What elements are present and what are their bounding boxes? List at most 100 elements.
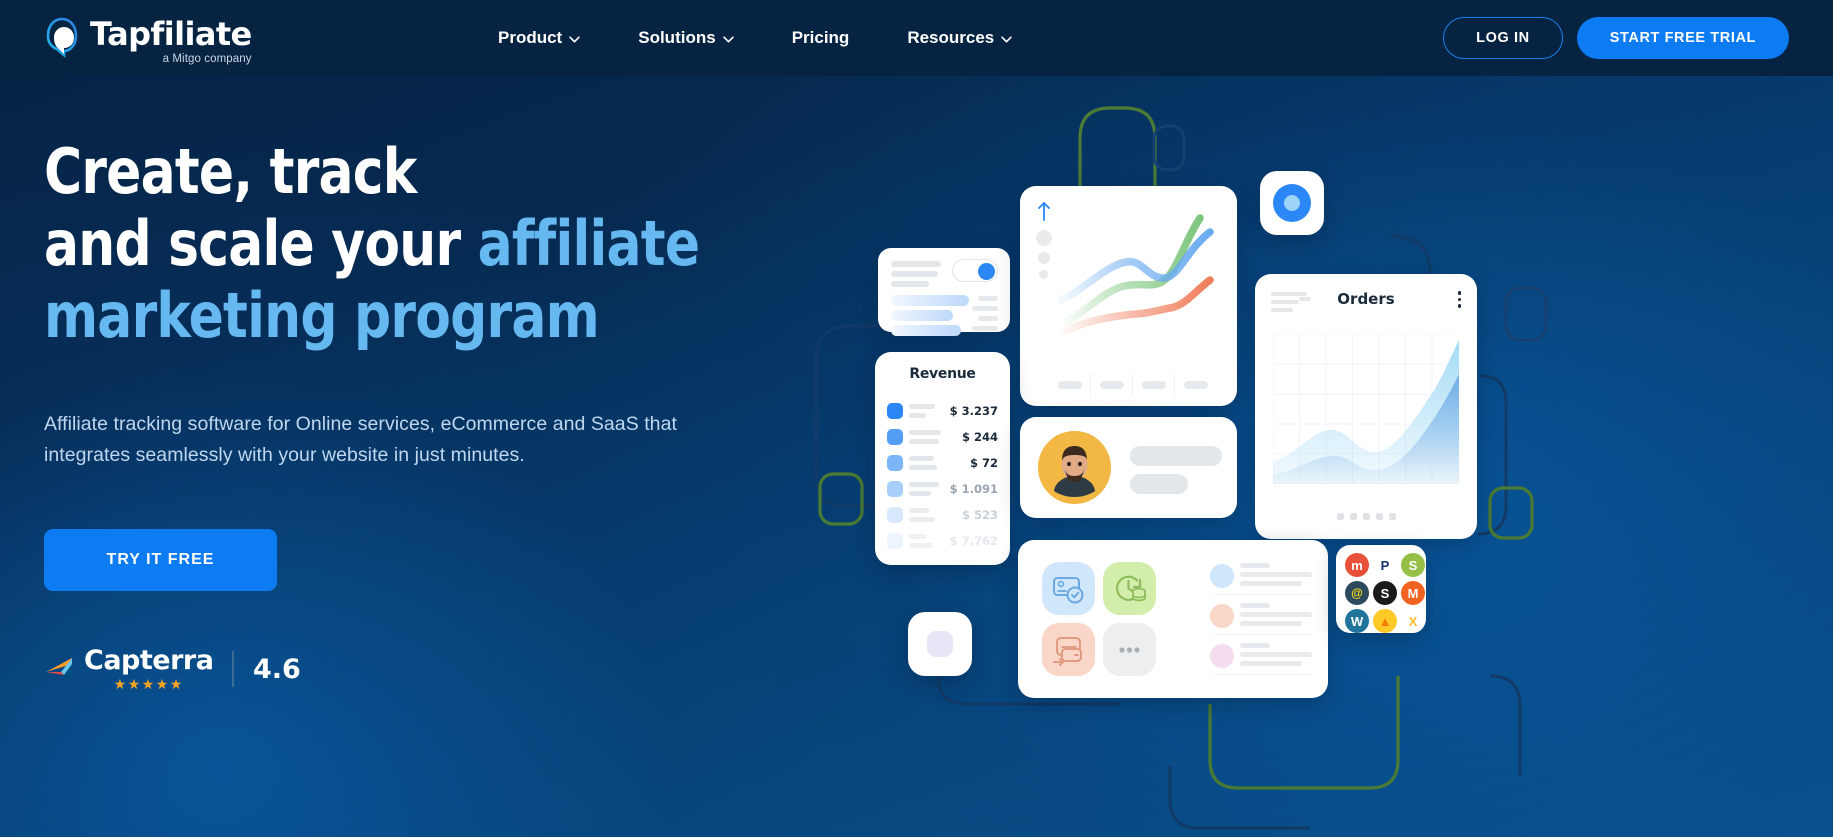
trend-chart-card[interactable]: [1020, 186, 1237, 406]
mollie-icon[interactable]: m: [1345, 553, 1369, 577]
placeholder-line: [1240, 612, 1312, 617]
capterra-mark-icon: [46, 658, 72, 682]
revenue-card[interactable]: Revenue $ 3.237 $ 244 $ 72 $ 1.091 $ 523…: [875, 352, 1010, 565]
chevron-down-icon: [1001, 35, 1012, 43]
nav-label: Pricing: [791, 28, 850, 47]
placeholder-line: [1240, 621, 1302, 626]
integrations-grid-card[interactable]: m P S @ S M W ▲ X: [1336, 545, 1426, 633]
progress-bar: [891, 325, 961, 336]
progress-bar: [891, 310, 953, 321]
mailchimp-icon[interactable]: @: [1345, 581, 1369, 605]
list-item-dot: [1210, 604, 1234, 628]
purple-square-icon: [927, 631, 953, 657]
paypal-icon[interactable]: P: [1373, 553, 1397, 577]
placeholder-line: [914, 271, 938, 277]
nav-item-resources[interactable]: Resources: [878, 0, 1041, 76]
list-item-dot: [1210, 644, 1234, 668]
login-button[interactable]: LOG IN: [1443, 17, 1563, 59]
placeholder-lines: [909, 534, 933, 548]
revenue-amount: $ 7.762: [949, 534, 998, 548]
shopify-icon[interactable]: S: [1401, 553, 1425, 577]
placeholder-line: [1240, 652, 1312, 657]
placeholder-lines: [909, 430, 941, 444]
revenue-card-title: Revenue: [909, 366, 976, 382]
nav-item-solutions[interactable]: Solutions: [609, 0, 762, 76]
clock-coins-icon: [1115, 575, 1146, 602]
wallet-transfer-icon[interactable]: [1042, 623, 1095, 676]
user-profile-card[interactable]: [1020, 417, 1237, 518]
table-row: $ 244: [887, 426, 998, 448]
nav-label: Product: [498, 28, 563, 47]
main-navigation: Product Solutions Pricing Resources: [498, 0, 1041, 76]
placeholder-line: [909, 508, 929, 513]
placeholder-line: [909, 456, 934, 461]
divider: [1214, 634, 1312, 635]
placeholder-line: [1130, 446, 1222, 466]
payout-verified-icon[interactable]: [1042, 562, 1095, 615]
pagination-dots[interactable]: [1255, 507, 1477, 525]
placeholder-line: [909, 439, 939, 444]
chart-tab[interactable]: [1100, 381, 1124, 389]
headline-line-1: Create, track: [44, 135, 417, 208]
firebase-icon[interactable]: ▲: [1373, 609, 1397, 633]
wix-icon[interactable]: X: [1401, 609, 1425, 633]
headline-line-3-accent: marketing program: [44, 279, 600, 352]
chart-tab[interactable]: [1142, 381, 1166, 389]
table-row: $ 3.237: [887, 400, 998, 422]
features-tiles-card[interactable]: [1018, 540, 1328, 698]
nav-label: Solutions: [638, 28, 716, 47]
ellipsis-icon: [1119, 647, 1140, 653]
row-swatch: [887, 533, 903, 549]
placeholder-line: [928, 261, 941, 267]
divider: [1174, 374, 1175, 396]
placeholder-dot: [1038, 252, 1050, 264]
divider: [1214, 674, 1312, 675]
row-swatch: [887, 403, 903, 419]
trend-chart: [1058, 214, 1214, 336]
page-title: Create, track and scale your affiliate m…: [44, 136, 751, 352]
nav-item-pricing[interactable]: Pricing: [763, 0, 879, 76]
subhead-line-2: integrates seamlessly with your website …: [44, 444, 525, 466]
try-it-free-button[interactable]: TRY IT FREE: [44, 529, 277, 591]
nav-item-product[interactable]: Product: [498, 0, 609, 76]
hero-subheadline: Affiliate tracking software for Online s…: [44, 409, 744, 471]
card-check-icon: [1053, 577, 1084, 604]
orders-card-title: Orders: [1337, 290, 1395, 308]
revenue-amount: $ 1.091: [949, 482, 998, 496]
placeholder-lines: [909, 404, 935, 418]
placeholder-line: [909, 517, 935, 522]
orders-card[interactable]: Orders: [1255, 274, 1477, 539]
star-rating-icon: ★★★★★: [113, 676, 184, 692]
chart-tab[interactable]: [1184, 381, 1208, 389]
placeholder-line: [909, 404, 935, 409]
settings-toggle-card[interactable]: [878, 248, 1010, 336]
placeholder-line: [972, 326, 998, 331]
brand-tagline: a Mitgo company: [162, 53, 252, 65]
integrations-grid: m P S @ S M W ▲ X: [1345, 553, 1425, 633]
table-row: $ 72: [887, 452, 998, 474]
table-row: $ 523: [887, 504, 998, 526]
placeholder-line: [972, 306, 998, 311]
chart-tab[interactable]: [1058, 381, 1082, 389]
recurring-payment-icon[interactable]: [1103, 562, 1156, 615]
capterra-rating[interactable]: Capterra ★★★★★ 4.6: [44, 647, 804, 692]
wordpress-icon[interactable]: W: [1345, 609, 1369, 633]
revenue-amount: $ 244: [961, 430, 998, 444]
placeholder-lines: [909, 508, 935, 522]
start-free-trial-button[interactable]: START FREE TRIAL: [1576, 17, 1789, 59]
brand-logo[interactable]: Tapfiliate a Mitgo company: [44, 16, 252, 65]
more-options-icon[interactable]: [1103, 623, 1156, 676]
placeholder-line: [1240, 563, 1270, 568]
kebab-menu-icon[interactable]: [1457, 291, 1461, 311]
magento-icon[interactable]: M: [1401, 581, 1425, 605]
divider: [1090, 374, 1091, 396]
squarespace-icon[interactable]: S: [1373, 581, 1397, 605]
row-swatch: [887, 481, 903, 497]
placeholder-line: [1130, 474, 1188, 494]
capterra-logo-icon: Capterra ★★★★★: [44, 647, 214, 692]
rating-divider: [232, 651, 234, 687]
wallet-arrow-icon: [1053, 637, 1082, 666]
avatar-portrait-icon: [1038, 431, 1111, 504]
toggle-switch[interactable]: [952, 259, 998, 282]
placeholder-line: [891, 281, 929, 287]
